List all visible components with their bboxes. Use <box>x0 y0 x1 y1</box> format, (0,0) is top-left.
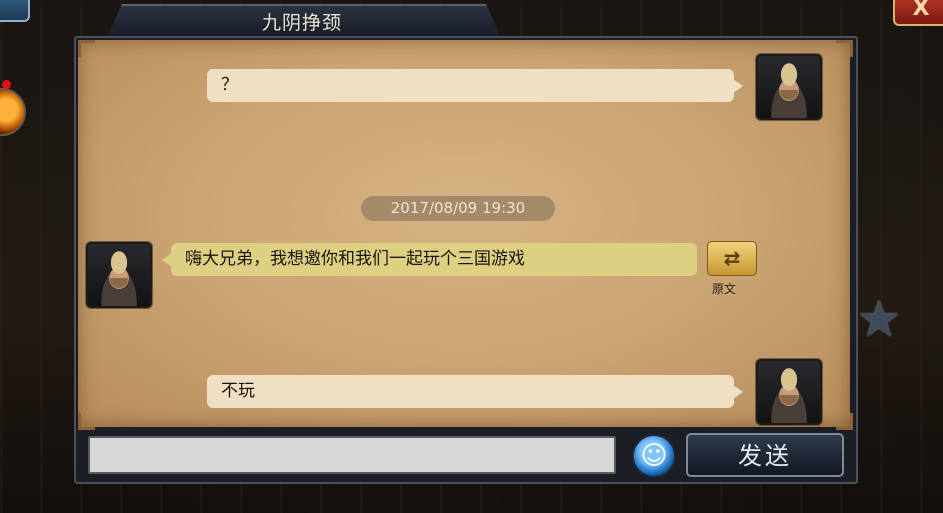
corner-ornament <box>78 40 95 57</box>
message-bubble-self: 不玩 <box>207 375 743 408</box>
star-icon[interactable]: ★ <box>854 294 904 344</box>
message-text: 不玩 <box>221 381 255 401</box>
send-button[interactable]: 发送 <box>686 433 844 477</box>
smiley-icon: ☺ <box>640 441 668 471</box>
message-input[interactable] <box>88 436 616 474</box>
swap-arrows-icon: ⇄ <box>723 246 741 270</box>
avatar-beard <box>110 278 128 288</box>
message-text: 嗨大兄弟，我想邀你和我们一起玩个三国游戏 <box>185 249 525 269</box>
close-icon: X <box>912 0 930 21</box>
translate-button[interactable]: ⇄ <box>707 241 757 276</box>
message-text: ？ <box>221 75 238 95</box>
message-bubble-self: ？ <box>207 69 743 102</box>
avatar-self[interactable] <box>756 54 822 120</box>
avatar-other[interactable] <box>86 242 152 308</box>
avatar-beard <box>780 395 798 405</box>
translate-label: 原文 <box>711 282 736 296</box>
avatar-beard <box>780 90 798 100</box>
corner-ornament <box>836 413 853 430</box>
message-timestamp: 2017/08/09 19:30 <box>361 196 555 221</box>
corner-ornament <box>78 413 95 430</box>
message-bubble-other: 嗨大兄弟，我想邀你和我们一起玩个三国游戏 <box>162 243 697 276</box>
close-button[interactable]: X <box>893 0 943 26</box>
back-button[interactable] <box>0 0 30 22</box>
chat-title: 九阴挣颈 <box>261 12 342 34</box>
emoji-button[interactable]: ☺ <box>632 434 676 478</box>
avatar-self[interactable] <box>756 359 822 425</box>
corner-ornament <box>836 40 853 57</box>
send-label: 发送 <box>738 442 792 470</box>
